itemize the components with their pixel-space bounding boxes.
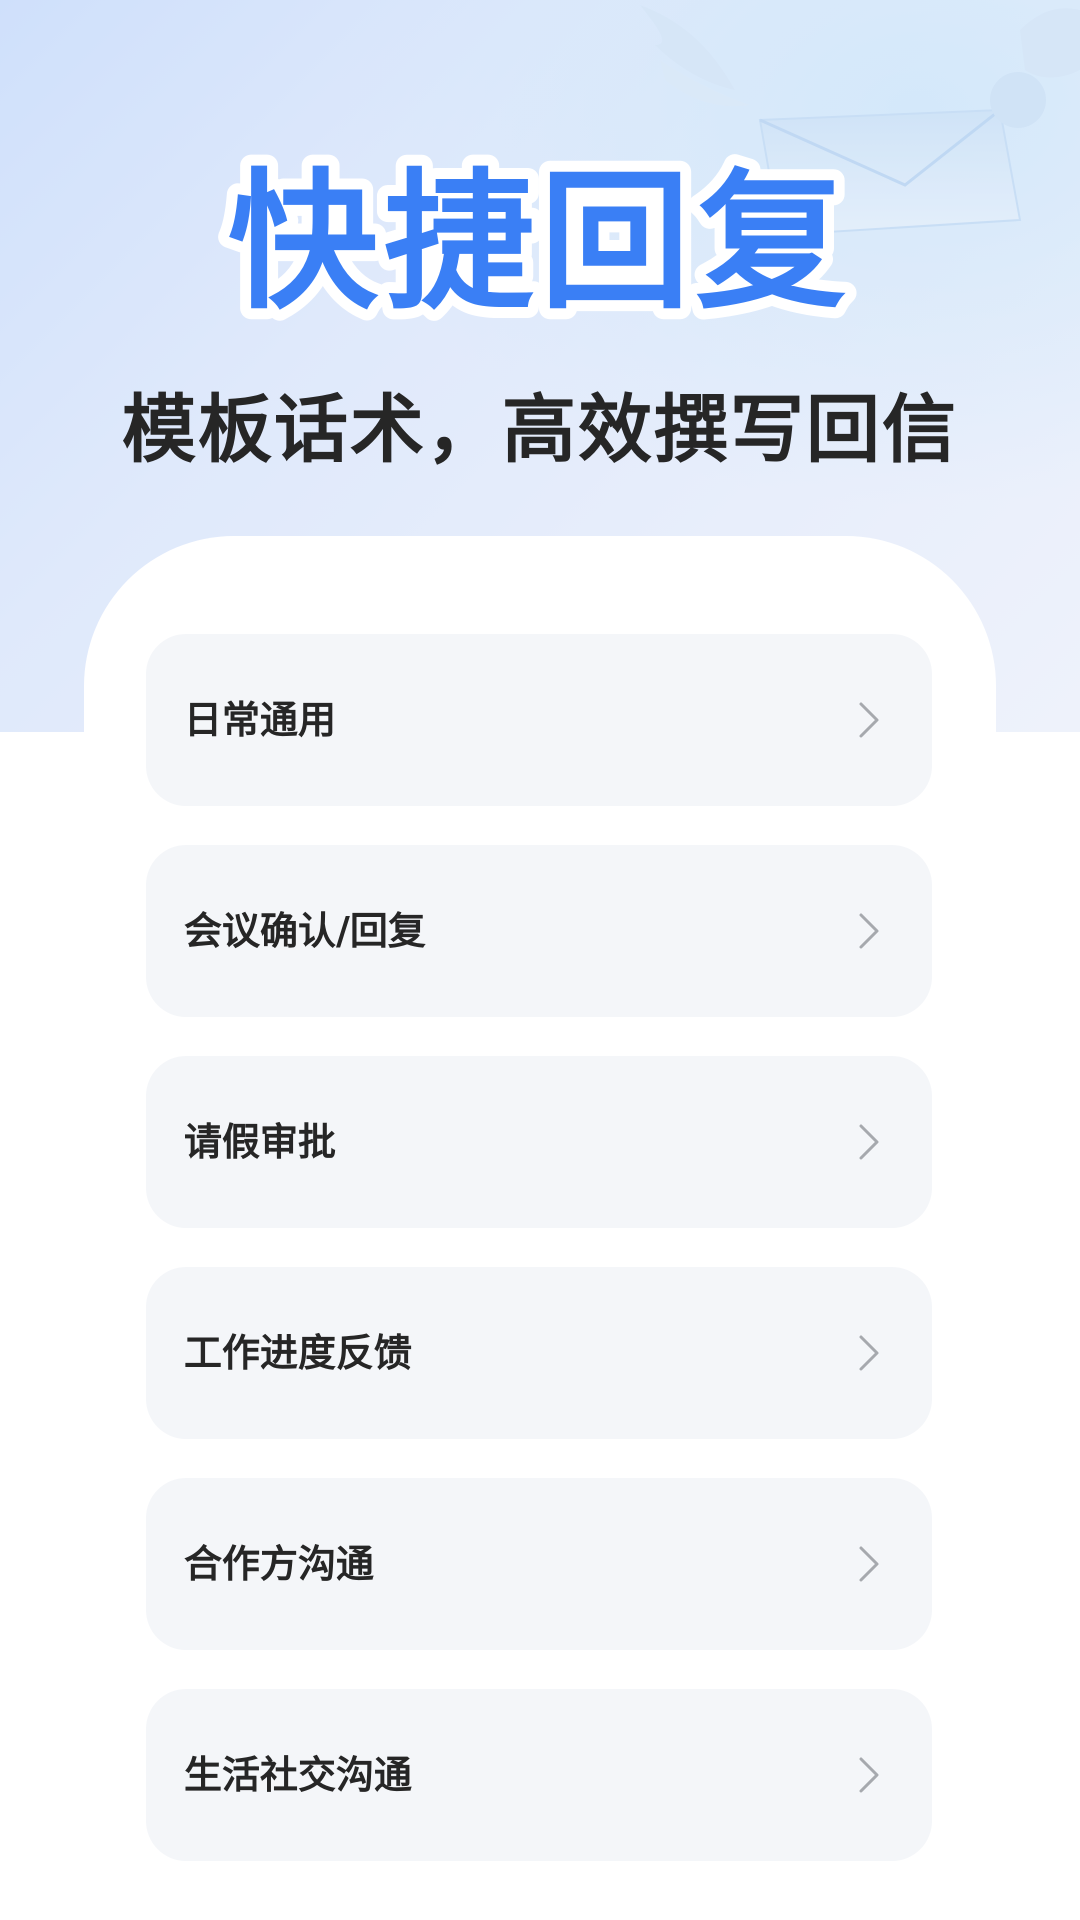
- chevron-right-icon: [859, 1124, 879, 1160]
- category-item-progress[interactable]: 工作进度反馈: [146, 1267, 932, 1439]
- category-item-label: 日常通用: [184, 698, 337, 742]
- category-item-label: 会议确认/回复: [184, 909, 426, 953]
- chevron-right-icon: [859, 1546, 879, 1582]
- category-card: 日常通用 会议确认/回复 请假审批 工作进度反馈 合作方沟通 生活社交沟通: [84, 536, 996, 1920]
- category-item-social[interactable]: 生活社交沟通: [146, 1689, 932, 1861]
- category-item-daily[interactable]: 日常通用: [146, 634, 932, 806]
- category-item-meeting[interactable]: 会议确认/回复: [146, 845, 932, 1017]
- category-item-label: 工作进度反馈: [184, 1331, 413, 1375]
- category-item-leave[interactable]: 请假审批: [146, 1056, 932, 1228]
- page-subtitle: 模板话术，高效撰写回信: [122, 387, 958, 473]
- chevron-right-icon: [859, 913, 879, 949]
- page-title: 快捷回复: [0, 148, 1080, 328]
- chevron-right-icon: [859, 1335, 879, 1371]
- category-list: 日常通用 会议确认/回复 请假审批 工作进度反馈 合作方沟通 生活社交沟通: [146, 634, 932, 1900]
- page-title-text: 快捷回复: [228, 156, 852, 328]
- category-item-partner[interactable]: 合作方沟通: [146, 1478, 932, 1650]
- category-item-label: 生活社交沟通: [184, 1753, 413, 1797]
- category-item-label: 合作方沟通: [184, 1542, 375, 1586]
- chevron-right-icon: [859, 702, 879, 738]
- chevron-right-icon: [859, 1757, 879, 1793]
- category-item-label: 请假审批: [184, 1120, 337, 1164]
